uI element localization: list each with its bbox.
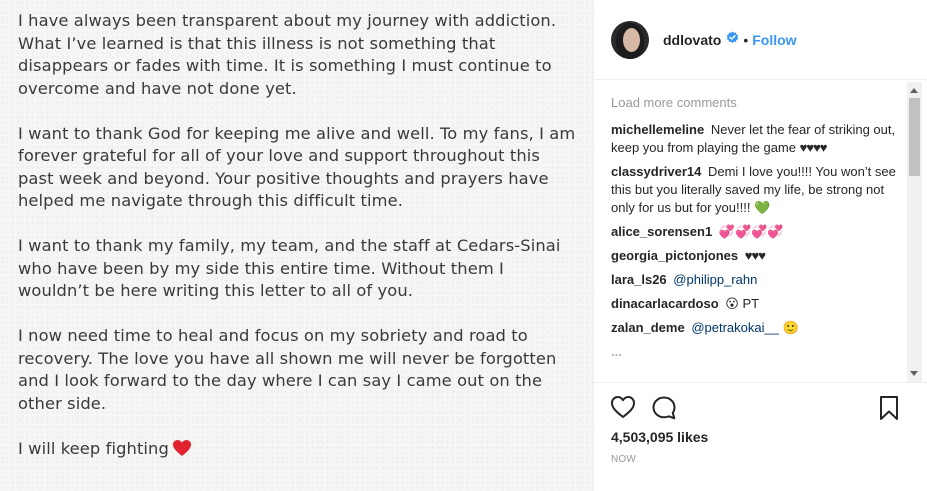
username-link[interactable]: ddlovato xyxy=(663,32,721,48)
post-header: ddlovato • Follow xyxy=(594,0,927,80)
bookmark-icon[interactable] xyxy=(879,395,899,426)
scrollbar-thumb[interactable] xyxy=(909,98,920,176)
comment-author[interactable]: ... xyxy=(611,344,622,359)
red-heart-icon xyxy=(172,439,192,464)
comment-item: zalan_deme @petrakokai__ 🙂 xyxy=(611,319,899,337)
post-sidebar: ddlovato • Follow Load more comments mic… xyxy=(593,0,927,491)
comment-mention-link[interactable]: @petrakokai__ xyxy=(691,320,779,335)
comment-text: 😮 PT xyxy=(725,296,760,311)
scroll-down-arrow-icon[interactable] xyxy=(910,371,918,376)
comment-author[interactable]: dinacarlacardoso xyxy=(611,296,719,311)
comment-emoji: ♥♥♥♥ xyxy=(799,140,828,155)
avatar[interactable] xyxy=(611,20,649,59)
load-more-comments-button[interactable]: Load more comments xyxy=(611,95,737,110)
letter-paragraph-4: I now need time to heal and focus on my … xyxy=(18,326,557,413)
comment-author[interactable]: georgia_pictonjones xyxy=(611,248,738,263)
follow-button[interactable]: Follow xyxy=(752,32,796,48)
comment-text: ♥♥♥ xyxy=(744,248,766,263)
like-heart-icon[interactable] xyxy=(610,395,636,424)
comment-bubble-icon[interactable] xyxy=(651,395,677,426)
letter-paragraph-2: I want to thank God for keeping me alive… xyxy=(18,123,576,211)
scroll-up-arrow-icon[interactable] xyxy=(910,88,918,93)
letter-closing: I will keep fighting xyxy=(18,438,169,458)
comment-author[interactable]: zalan_deme xyxy=(611,320,685,335)
comment-item: lara_ls26 @philipp_rahn xyxy=(611,271,899,289)
letter-text: I have always been transparent about my … xyxy=(18,10,578,463)
comment-author[interactable]: michellemeline xyxy=(611,122,704,137)
comment-item: alice_sorensen1 💞💞💞💞 xyxy=(611,223,899,241)
post-timestamp[interactable]: NOW xyxy=(611,454,636,465)
comment-author[interactable]: classydriver14 xyxy=(611,164,701,179)
letter-paragraph-1: I have always been transparent about my … xyxy=(18,11,557,98)
comment-item: dinacarlacardoso 😮 PT xyxy=(611,295,899,313)
comment-text: 🙂 xyxy=(782,320,799,335)
comment-author[interactable]: lara_ls26 xyxy=(611,272,667,287)
comment-emoji: 💚 xyxy=(754,200,771,215)
comment-mention-link[interactable]: @philipp_rahn xyxy=(673,272,757,287)
post-actions: 4,503,095 likes NOW xyxy=(594,382,927,491)
comment-item: michellemeline Never let the fear of str… xyxy=(611,121,899,157)
comment-item: ... xyxy=(611,343,899,361)
letter-paragraph-3: I want to thank my family, my team, and … xyxy=(18,236,561,300)
post-image[interactable]: I have always been transparent about my … xyxy=(0,0,593,491)
comments-list: Load more comments michellemeline Never … xyxy=(594,81,927,382)
separator-dot: • xyxy=(743,31,749,48)
comment-item: classydriver14 Demi I love you!!!! You w… xyxy=(611,163,899,217)
comment-author[interactable]: alice_sorensen1 xyxy=(611,224,712,239)
letter-closing-line: I will keep fighting xyxy=(18,438,578,464)
comment-item: georgia_pictonjones ♥♥♥ xyxy=(611,247,899,265)
verified-badge-icon xyxy=(726,30,739,49)
likes-count[interactable]: 4,503,095 likes xyxy=(611,429,708,445)
comments-scrollbar[interactable] xyxy=(907,82,922,382)
comment-text: 💞💞💞💞 xyxy=(718,224,784,239)
